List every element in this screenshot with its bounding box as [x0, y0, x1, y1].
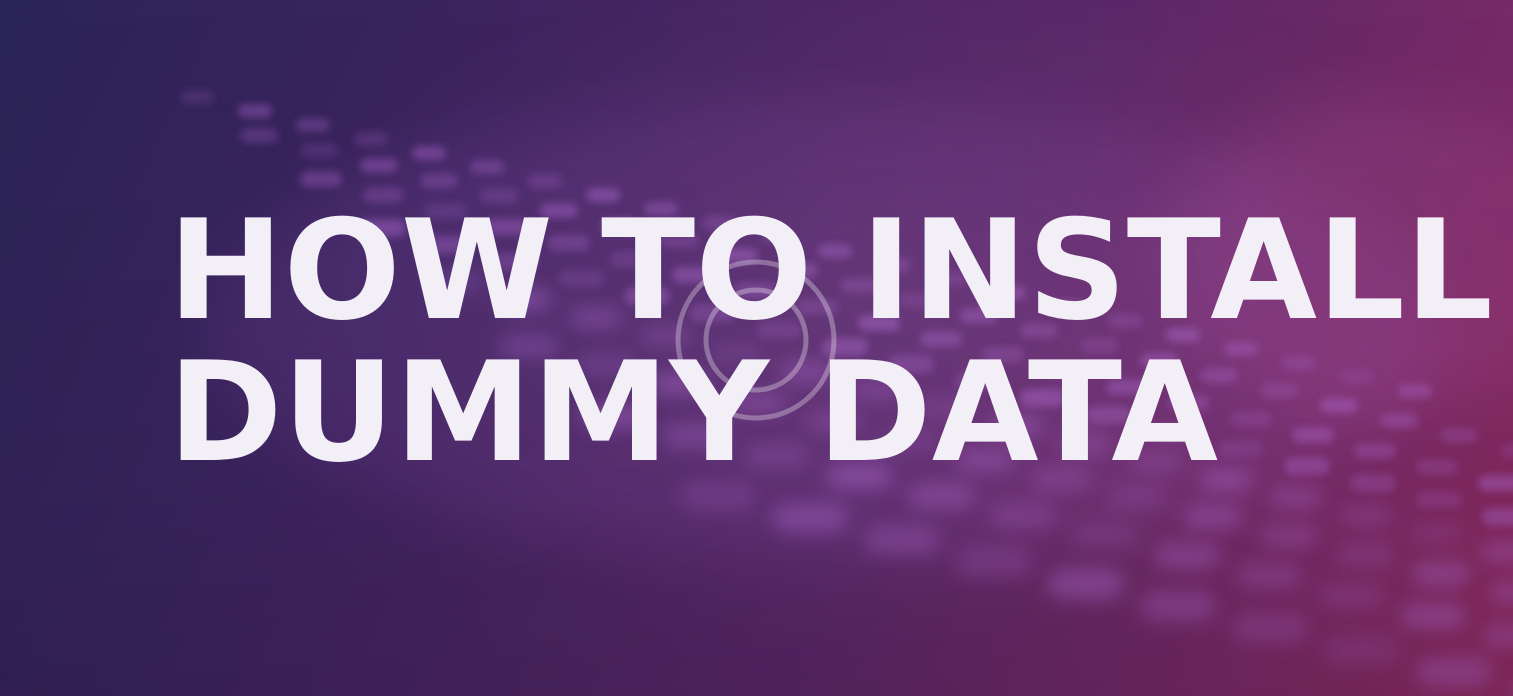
- page-title: HOW TO INSTALL DUMMY DATA: [168, 200, 1493, 484]
- title-line-1: HOW TO INSTALL: [168, 190, 1493, 351]
- title-line-2: DUMMY DATA: [168, 332, 1219, 493]
- hero-banner: HOW TO INSTALL DUMMY DATA: [0, 0, 1513, 696]
